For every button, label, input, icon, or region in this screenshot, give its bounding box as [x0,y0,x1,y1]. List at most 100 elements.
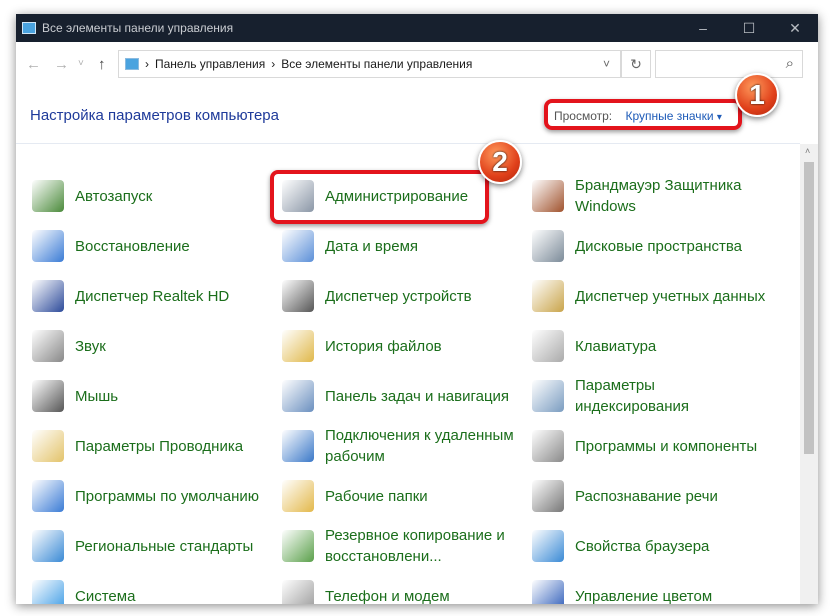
item-icon [282,280,314,312]
item-label: Резервное копирование и восстановлени... [325,527,505,565]
control-panel-item[interactable]: Восстановление [32,224,272,268]
item-icon [282,330,314,362]
item-label: Распознавание речи [575,487,718,505]
item-label: Программы и компоненты [575,437,758,455]
back-button[interactable]: ← [26,56,41,73]
item-label: Рабочие папки [325,487,428,505]
item-icon [32,280,64,312]
close-button[interactable]: ✕ [772,14,818,42]
item-icon [282,480,314,512]
minimize-button[interactable]: – [680,14,726,42]
control-panel-item[interactable]: Телефон и модем [282,574,522,604]
maximize-button[interactable]: ☐ [726,14,772,42]
control-panel-item[interactable]: Дисковые пространства [532,224,772,268]
highlight-administration [270,170,489,224]
breadcrumb-control-panel[interactable]: Панель управления [155,57,265,71]
item-icon [532,380,564,412]
control-panel-item[interactable]: Диспетчер устройств [282,274,522,318]
item-icon [32,430,64,462]
control-panel-item[interactable]: Управление цветом [532,574,772,604]
control-panel-item[interactable]: Региональные стандарты [32,524,272,568]
item-label: Диспетчер Realtek HD [75,287,230,305]
item-label: Телефон и модем [325,587,450,605]
search-icon: ⌕ [785,55,794,72]
control-panel-item[interactable]: Мышь [32,374,272,418]
control-panel-item[interactable]: Программы по умолчанию [32,474,272,518]
item-icon [282,430,314,462]
item-label: Диспетчер устройств [325,287,472,305]
up-button[interactable]: ↑ [98,56,106,73]
control-panel-item[interactable]: Дата и время [282,224,522,268]
item-label: Параметры индексирования [575,377,689,415]
item-label: Свойства браузера [575,537,710,555]
control-panel-item[interactable]: Клавиатура [532,324,772,368]
control-panel-item[interactable]: Система [32,574,272,604]
item-icon [32,530,64,562]
refresh-button[interactable]: ↻ [621,50,651,78]
breadcrumb-all-items[interactable]: Все элементы панели управления [281,57,472,71]
item-label: Звук [75,337,106,355]
control-panel-item[interactable]: Брандмауэр Защитника Windows [532,174,772,218]
control-panel-item[interactable]: Звук [32,324,272,368]
item-icon [532,530,564,562]
control-panel-item[interactable]: Подключения к удаленным рабочим [282,424,522,468]
control-panel-item[interactable]: Программы и компоненты [532,424,772,468]
item-label: Параметры Проводника [75,437,244,455]
step-badge-1: 1 [735,73,779,117]
control-panel-item[interactable]: Распознавание речи [532,474,772,518]
item-label: Система [75,587,136,605]
item-label: Панель задач и навигация [325,387,510,405]
item-label: Мышь [75,387,119,405]
divider [16,143,800,144]
item-icon [32,330,64,362]
item-icon [282,580,314,604]
control-panel-item[interactable]: Диспетчер учетных данных [532,274,772,318]
item-label: Восстановление [75,237,190,255]
control-panel-item[interactable]: Параметры Проводника [32,424,272,468]
step-badge-2: 2 [478,140,522,184]
control-panel-item[interactable]: Диспетчер Realtek HD [32,274,272,318]
item-label: Брандмауэр Защитника Windows [575,177,742,215]
scrollbar-thumb[interactable] [804,162,814,454]
item-icon [32,180,64,212]
item-label: Автозапуск [75,187,153,205]
item-icon [282,530,314,562]
control-panel-icon [125,58,139,70]
item-icon [282,380,314,412]
control-panel-item[interactable]: Свойства браузера [532,524,772,568]
item-label: Подключения к удаленным рабочим [325,427,514,465]
control-panel-item[interactable]: Рабочие папки [282,474,522,518]
control-panel-item[interactable]: Резервное копирование и восстановлени... [282,524,522,568]
search-input[interactable]: ⌕ [655,50,803,78]
control-panel-item[interactable]: История файлов [282,324,522,368]
scroll-up-arrow[interactable]: ˄ [805,146,810,156]
item-icon [32,230,64,262]
breadcrumb-separator: › [145,57,149,71]
forward-button[interactable]: → [54,56,69,73]
control-panel-item[interactable]: Параметры индексирования [532,374,772,418]
item-label: История файлов [325,337,442,355]
item-icon [32,380,64,412]
item-icon [532,480,564,512]
item-label: Управление цветом [575,587,713,605]
item-icon [32,480,64,512]
address-bar[interactable]: › Панель управления › Все элементы панел… [118,50,621,78]
page-title: Настройка параметров компьютера [30,107,279,124]
item-label: Диспетчер учетных данных [575,287,766,305]
item-icon [32,580,64,604]
item-icon [532,230,564,262]
control-panel-icon [22,22,36,34]
item-icon [532,330,564,362]
item-icon [532,580,564,604]
vertical-scrollbar[interactable]: ˄ [800,144,818,604]
item-label: Региональные стандарты [75,537,254,555]
navigation-bar: ← → ˅ ↑ › Панель управления › Все элемен… [16,50,818,80]
recent-locations-button[interactable]: ˅ [78,58,84,69]
item-label: Клавиатура [575,337,657,355]
item-label: Программы по умолчанию [75,487,259,505]
item-label: Дата и время [325,237,419,255]
control-panel-item[interactable]: Панель задач и навигация [282,374,522,418]
control-panel-item[interactable]: Автозапуск [32,174,272,218]
address-dropdown-button[interactable]: ˅ [603,57,610,71]
highlight-view-control [544,99,742,130]
